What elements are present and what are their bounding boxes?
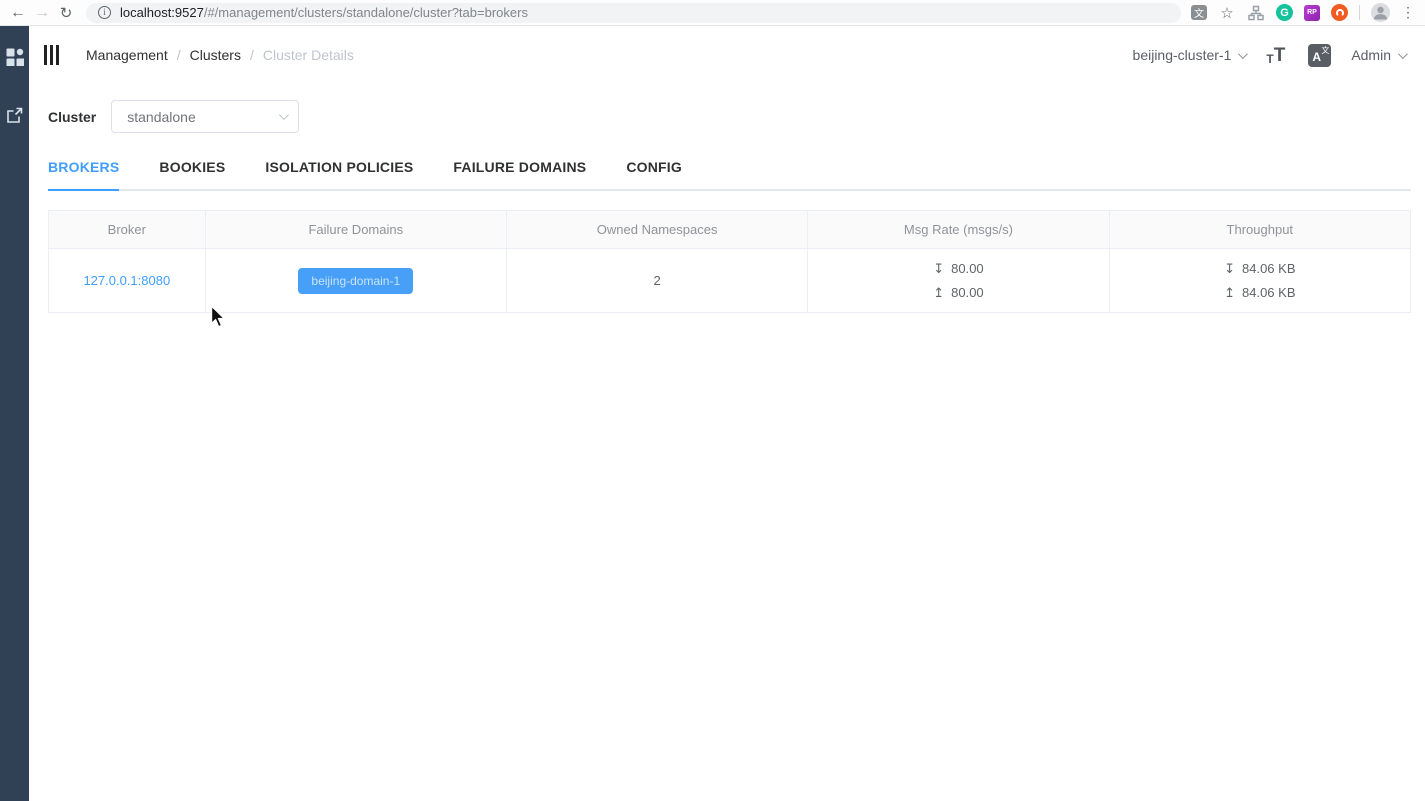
grammarly-extension-icon[interactable]: G (1276, 4, 1293, 21)
main-content: Management / Clusters / Cluster Details … (29, 26, 1425, 801)
cluster-select[interactable]: standalone (111, 100, 300, 133)
failure-domains-cell: beijing-domain-1 (204, 248, 507, 313)
column-header-throughput: Throughput (1108, 210, 1412, 249)
throughput-out-value: 84.06 KB (1242, 285, 1296, 300)
breadcrumb-separator: / (176, 47, 181, 63)
chevron-down-icon (1238, 48, 1249, 59)
column-header-broker: Broker (48, 210, 206, 249)
out-rate-icon: ↥ (1224, 285, 1235, 300)
browser-chrome: ← → ↻ i localhost:9527 /#/management/clu… (0, 0, 1425, 26)
tab-bar: BROKERS BOOKIES ISOLATION POLICIES FAILU… (48, 159, 1411, 191)
cluster-label: Cluster (48, 108, 97, 125)
page-info-icon[interactable]: i (98, 6, 111, 19)
browser-reload-button[interactable]: ↻ (54, 2, 78, 24)
cluster-switcher-dropdown[interactable]: beijing-cluster-1 (1132, 47, 1249, 63)
user-menu-value: Admin (1351, 47, 1391, 63)
breadcrumb-management[interactable]: Management (86, 47, 168, 63)
msg-rate-out-value: 80.00 (951, 285, 984, 300)
sidebar-toggle-icon[interactable] (42, 43, 61, 67)
cluster-select-value: standalone (127, 108, 196, 125)
rp-extension-icon[interactable]: RP (1304, 4, 1320, 21)
msg-rate-in-value: 80.00 (951, 261, 984, 276)
chevron-down-icon (1397, 48, 1408, 59)
owned-namespaces-cell: 2 (505, 248, 809, 313)
header-actions: beijing-cluster-1 TT A 文 Admin (1132, 43, 1408, 67)
browser-menu-icon[interactable]: ⋮ (1401, 4, 1415, 21)
column-header-msg-rate: Msg Rate (msgs/s) (807, 210, 1110, 249)
in-rate-icon: ↧ (1224, 261, 1235, 276)
msg-rate-cell: ↧ 80.00 ↥ 80.00 (807, 248, 1110, 313)
chrome-divider (1359, 5, 1360, 20)
column-header-failure-domains: Failure Domains (204, 210, 507, 249)
bookmark-star-icon[interactable]: ☆ (1218, 4, 1236, 22)
in-rate-icon: ↧ (933, 261, 945, 276)
translate-extension-icon[interactable]: 文 (1191, 5, 1207, 20)
tab-brokers[interactable]: BROKERS (48, 159, 120, 191)
breadcrumb-clusters[interactable]: Clusters (190, 47, 241, 63)
out-rate-icon: ↥ (933, 285, 945, 300)
language-switch-icon[interactable]: A 文 (1308, 43, 1332, 67)
tab-bookies[interactable]: BOOKIES (159, 159, 225, 189)
left-sidebar (0, 26, 29, 801)
browser-forward-button[interactable]: → (30, 2, 54, 24)
breadcrumb-cluster-details: Cluster Details (262, 47, 354, 63)
font-size-icon[interactable]: TT (1266, 46, 1285, 65)
cluster-selector-row: Cluster standalone (29, 100, 1425, 133)
breadcrumb: Management / Clusters / Cluster Details (86, 47, 354, 63)
dashboard-grid-icon[interactable] (6, 48, 24, 71)
tab-config[interactable]: CONFIG (626, 159, 682, 189)
browser-extensions: 文 ☆ G RP ⋮ (1191, 3, 1419, 22)
tab-isolation-policies[interactable]: ISOLATION POLICIES (265, 159, 413, 189)
throughput-cell: ↧ 84.06 KB ↥ 84.06 KB (1108, 248, 1412, 313)
browser-profile-avatar[interactable] (1371, 3, 1390, 22)
failure-domain-tag[interactable]: beijing-domain-1 (298, 267, 414, 294)
app-root: Management / Clusters / Cluster Details … (0, 26, 1425, 801)
app-header: Management / Clusters / Cluster Details … (29, 26, 1425, 84)
sitemap-extension-icon[interactable] (1247, 4, 1265, 22)
url-host: localhost:9527 (120, 5, 204, 20)
throughput-in-value: 84.06 KB (1242, 261, 1296, 276)
address-bar[interactable]: i localhost:9527 /#/management/clusters/… (86, 2, 1181, 23)
broker-link[interactable]: 127.0.0.1:8080 (83, 273, 170, 288)
chevron-down-icon (279, 110, 290, 121)
browser-back-button[interactable]: ← (6, 2, 30, 24)
broker-cell: 127.0.0.1:8080 (48, 248, 206, 313)
brokers-table: Broker Failure Domains Owned Namespaces … (48, 210, 1412, 313)
column-header-owned-namespaces: Owned Namespaces (505, 210, 809, 249)
breadcrumb-separator: / (249, 47, 254, 63)
tab-failure-domains[interactable]: FAILURE DOMAINS (453, 159, 586, 189)
cluster-switcher-value: beijing-cluster-1 (1132, 47, 1232, 63)
user-menu-dropdown[interactable]: Admin (1351, 47, 1408, 63)
table-header-row: Broker Failure Domains Owned Namespaces … (48, 210, 1412, 249)
url-path: /#/management/clusters/standalone/cluste… (203, 5, 528, 20)
table-row: 127.0.0.1:8080 beijing-domain-1 2 ↧ 80.0… (48, 248, 1412, 313)
external-link-icon[interactable] (6, 107, 23, 129)
orange-extension-icon[interactable] (1331, 4, 1348, 21)
